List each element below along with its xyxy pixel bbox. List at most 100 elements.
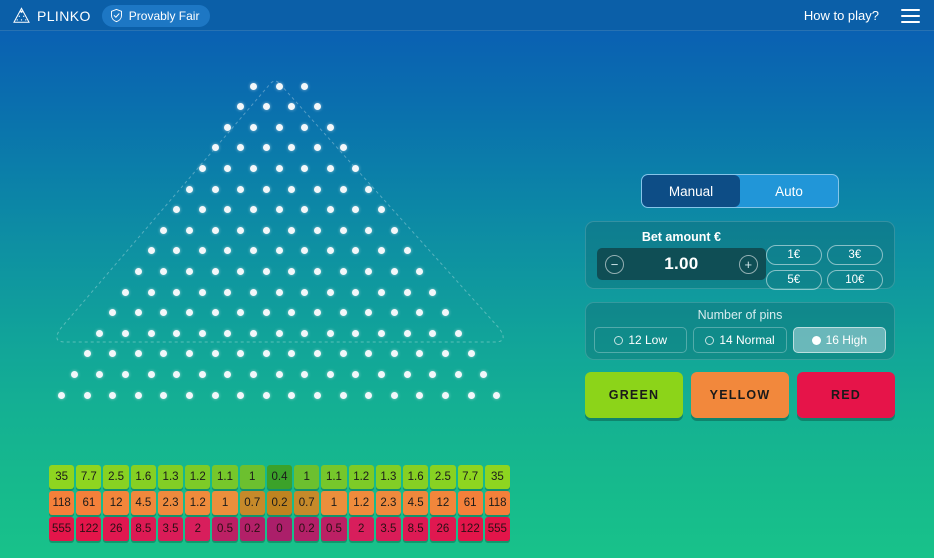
multiplier-row-yellow: 118 61 12 4.5 2.3 1.2 1 0.7 0.2 0.7 1 1.2 2.3 4.5 12 61… (49, 491, 510, 515)
multiplier-cell: 7.7 (76, 465, 102, 489)
pin (147, 288, 155, 296)
pin (211, 309, 219, 317)
pin (121, 288, 129, 296)
pin (249, 123, 257, 131)
pin (365, 185, 373, 193)
pin (288, 350, 296, 358)
pin (185, 185, 193, 193)
pin (237, 226, 245, 234)
pins-option-12-low[interactable]: 12 Low (594, 327, 688, 353)
multiplier-row-green: 35 7.7 2.5 1.6 1.3 1.2 1.1 1 0.4 1 1.1 1.2 1.3 1.6 2.5… (49, 465, 510, 489)
pin (57, 391, 65, 399)
multiplier-cell: 1.6 (130, 465, 156, 489)
pin (365, 226, 373, 234)
pin (173, 247, 181, 255)
multiplier-cell: 122 (76, 517, 102, 541)
brand-name: PLINKO (37, 7, 91, 24)
radio-icon-12-low (614, 335, 624, 345)
pin (480, 370, 488, 378)
how-to-play-link[interactable]: How to play? (804, 8, 879, 23)
brand-logo[interactable]: PLINKO (12, 6, 91, 25)
multiplier-cell: 0.4 (266, 465, 293, 489)
risk-buttons: GREEN YELLOW RED (585, 372, 895, 418)
radio-icon-16-high (811, 335, 821, 345)
pin (262, 103, 270, 111)
risk-button-red[interactable]: RED (797, 372, 895, 418)
multiplier-cell: 1 (239, 465, 265, 489)
pin (262, 350, 270, 358)
pins-option-14-normal[interactable]: 14 Normal (693, 327, 787, 353)
bet-increase-button[interactable]: + (738, 254, 758, 274)
pins-option-16-high-label: 16 High (825, 333, 867, 347)
pin (429, 329, 437, 337)
pin (403, 288, 411, 296)
pin (198, 288, 206, 296)
pin (288, 144, 296, 152)
risk-button-yellow[interactable]: YELLOW (691, 372, 789, 418)
bet-amount-value[interactable]: 1.00 (664, 254, 698, 274)
pin (429, 370, 437, 378)
pin (301, 82, 309, 90)
pin (185, 391, 193, 399)
pin (185, 350, 193, 358)
menu-bar-3 (901, 20, 920, 23)
multiplier-cell: 1 (321, 491, 347, 515)
pins-option-12-low-label: 12 Low (628, 333, 668, 347)
quick-bet-10[interactable]: 10€ (826, 270, 883, 290)
pin (288, 267, 296, 275)
multiplier-cell: 12 (430, 491, 456, 515)
pin (173, 329, 181, 337)
pin (249, 370, 257, 378)
pins-option-16-high[interactable]: 16 High (792, 327, 886, 353)
pin (121, 370, 129, 378)
pin (224, 370, 232, 378)
pin (301, 329, 309, 337)
pin (339, 309, 347, 317)
risk-button-green[interactable]: GREEN (585, 372, 683, 418)
pin (352, 370, 360, 378)
multiplier-cell: 1.2 (185, 491, 211, 515)
pin (313, 226, 321, 234)
pin (237, 103, 245, 111)
pin (454, 370, 462, 378)
menu-icon[interactable] (901, 8, 920, 23)
pin (390, 350, 398, 358)
tab-manual[interactable]: Manual (642, 175, 740, 207)
pin (262, 185, 270, 193)
pin (416, 309, 424, 317)
multiplier-cell: 1.1 (321, 465, 347, 489)
pin (403, 329, 411, 337)
pin (147, 247, 155, 255)
pin (134, 350, 142, 358)
pin (173, 370, 181, 378)
pin (147, 329, 155, 337)
pin (121, 329, 129, 337)
quick-bet-3[interactable]: 3€ (826, 245, 883, 265)
provably-fair-button[interactable]: Provably Fair (101, 4, 211, 27)
radio-icon-14-normal (705, 335, 715, 345)
quick-bet-1[interactable]: 1€ (765, 245, 822, 265)
multiplier-cell: 122 (457, 517, 483, 541)
multiplier-cell: 4.5 (130, 491, 156, 515)
tab-auto[interactable]: Auto (740, 175, 838, 207)
pin (109, 391, 117, 399)
pin (96, 370, 104, 378)
bet-decrease-button[interactable]: − (605, 254, 624, 274)
multiplier-cell: 2 (348, 517, 374, 541)
quick-bet-5[interactable]: 5€ (765, 270, 822, 290)
pin (160, 309, 168, 317)
multiplier-cell: 35 (484, 465, 510, 489)
pin (211, 185, 219, 193)
pin (211, 350, 219, 358)
pin (160, 267, 168, 275)
pin (313, 185, 321, 193)
pin (339, 144, 347, 152)
multiplier-cell: 8.5 (403, 517, 429, 541)
pin (275, 82, 283, 90)
pin (96, 329, 104, 337)
multiplier-cell: 555 (484, 517, 510, 541)
pin (390, 391, 398, 399)
pin (313, 309, 321, 317)
pin (416, 267, 424, 275)
number-of-pins-card: Number of pins 12 Low 14 Normal 16 High (585, 302, 895, 360)
